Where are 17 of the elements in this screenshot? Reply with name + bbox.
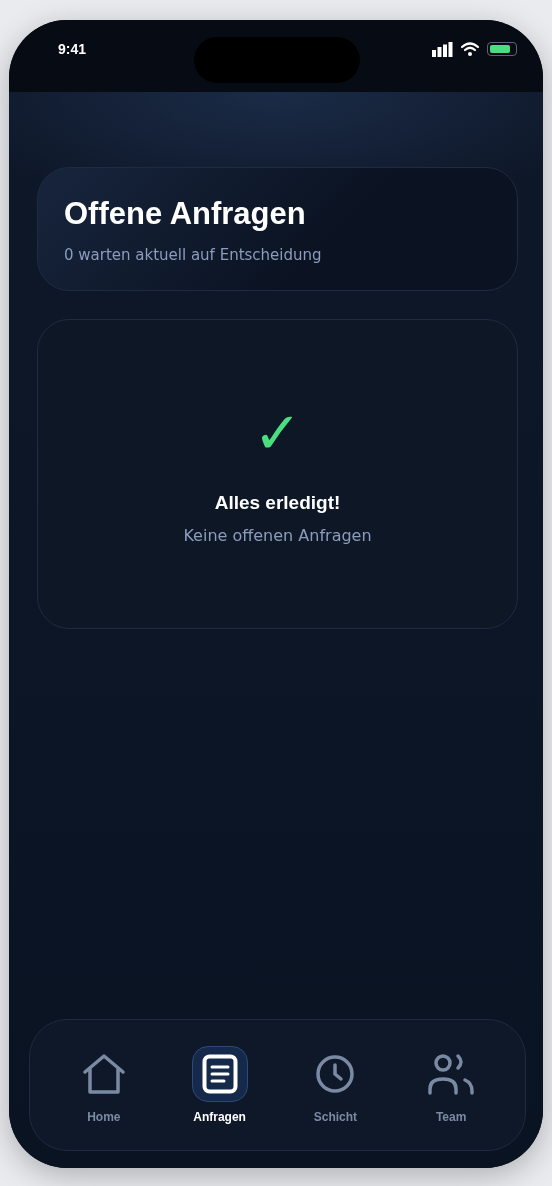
nav-tab[interactable]: Home (53, 1046, 154, 1124)
page-subtitle: 0 warten aktuell auf Entscheidung (64, 246, 323, 264)
empty-title: Alles erledigt! (214, 491, 341, 514)
nav-tab[interactable]: Anfragen (169, 1046, 270, 1124)
status-time: 9:41 (58, 41, 87, 57)
nav-tab[interactable]: Team (401, 1046, 502, 1124)
wifi-icon (461, 42, 479, 56)
people-icon (427, 1053, 476, 1095)
signal-icon (432, 41, 453, 57)
check-mark: ✓ (253, 403, 302, 462)
home-icon (81, 1053, 126, 1095)
empty-message: Keine offenen Anfragen (183, 525, 372, 545)
document-icon (201, 1054, 238, 1094)
nav-tab[interactable]: Schicht (285, 1046, 386, 1124)
page-title: Offene Anfragen (64, 196, 307, 232)
clock-icon (315, 1054, 356, 1094)
battery-icon (487, 42, 517, 56)
